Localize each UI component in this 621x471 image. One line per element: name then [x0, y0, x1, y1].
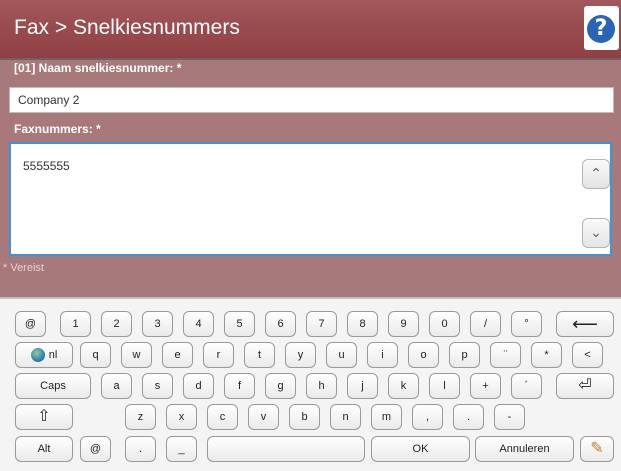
fax-numbers-field[interactable]: 5555555	[9, 142, 612, 256]
key-l[interactable]: l	[429, 373, 460, 399]
key-at-bottom[interactable]: @	[80, 436, 111, 462]
key-period[interactable]: .	[453, 404, 484, 430]
alt-key[interactable]: Alt	[15, 436, 73, 462]
key-y[interactable]: y	[285, 342, 316, 368]
key-n[interactable]: n	[330, 404, 361, 430]
shift-key[interactable]: ⇧	[15, 404, 73, 430]
key-less-than[interactable]: <	[572, 342, 603, 368]
key-f[interactable]: f	[224, 373, 255, 399]
key-1[interactable]: 1	[60, 311, 91, 337]
key-4[interactable]: 4	[183, 311, 214, 337]
scroll-up-button[interactable]: ⌃	[582, 159, 610, 189]
ok-button[interactable]: OK	[371, 436, 470, 462]
caps-lock-key[interactable]: Caps	[15, 373, 91, 399]
key-k[interactable]: k	[388, 373, 419, 399]
key-7[interactable]: 7	[306, 311, 337, 337]
required-note: * Vereist	[3, 262, 44, 274]
key-2[interactable]: 2	[101, 311, 132, 337]
key-3[interactable]: 3	[142, 311, 173, 337]
key-6[interactable]: 6	[265, 311, 296, 337]
divider	[0, 58, 621, 60]
key-a[interactable]: a	[101, 373, 132, 399]
key-at[interactable]: @	[15, 311, 46, 337]
key-s[interactable]: s	[142, 373, 173, 399]
key-hyphen[interactable]: -	[494, 404, 525, 430]
key-r[interactable]: r	[203, 342, 234, 368]
key-z[interactable]: z	[125, 404, 156, 430]
key-v[interactable]: v	[248, 404, 279, 430]
key-0[interactable]: 0	[429, 311, 460, 337]
space-key[interactable]	[207, 436, 365, 462]
key-degree[interactable]: °	[511, 311, 542, 337]
on-screen-keyboard: @ 1 2 3 4 5 6 7 8 9 0 / ° ⟵ nl q w e r t…	[0, 297, 621, 471]
key-t[interactable]: t	[244, 342, 275, 368]
language-key[interactable]: nl	[15, 342, 73, 368]
key-diaeresis[interactable]: ¨	[490, 342, 521, 368]
key-asterisk[interactable]: *	[531, 342, 562, 368]
key-i[interactable]: i	[367, 342, 398, 368]
key-plus[interactable]: +	[470, 373, 501, 399]
page-title: Fax > Snelkiesnummers	[14, 16, 240, 39]
key-5[interactable]: 5	[224, 311, 255, 337]
key-comma[interactable]: ,	[412, 404, 443, 430]
fax-number-value: 5555555	[23, 159, 70, 173]
key-underscore[interactable]: _	[166, 436, 197, 462]
key-9[interactable]: 9	[388, 311, 419, 337]
globe-icon	[30, 348, 45, 363]
key-dot[interactable]: .	[125, 436, 156, 462]
key-8[interactable]: 8	[347, 311, 378, 337]
key-o[interactable]: o	[408, 342, 439, 368]
enter-key[interactable]: ⏎	[556, 373, 614, 399]
key-x[interactable]: x	[166, 404, 197, 430]
speed-dial-name-field[interactable]: Company 2	[9, 87, 614, 113]
fax-numbers-label: Faxnummers: *	[14, 122, 101, 136]
speed-dial-name-value: Company 2	[18, 93, 80, 107]
key-b[interactable]: b	[289, 404, 320, 430]
key-d[interactable]: d	[183, 373, 214, 399]
cancel-button[interactable]: Annuleren	[475, 436, 574, 462]
key-p[interactable]: p	[449, 342, 480, 368]
key-w[interactable]: w	[121, 342, 152, 368]
key-e[interactable]: e	[162, 342, 193, 368]
edit-pencil-icon[interactable]: ✎	[580, 436, 614, 462]
language-key-label: nl	[48, 349, 58, 361]
key-slash[interactable]: /	[470, 311, 501, 337]
key-c[interactable]: c	[207, 404, 238, 430]
title-bar: Fax > Snelkiesnummers ?	[0, 0, 621, 58]
speed-dial-name-label: [01] Naam snelkiesnummer: *	[14, 61, 182, 75]
key-q[interactable]: q	[80, 342, 111, 368]
key-h[interactable]: h	[306, 373, 337, 399]
key-m[interactable]: m	[371, 404, 402, 430]
help-icon: ?	[587, 15, 615, 43]
key-acute[interactable]: ´	[511, 373, 542, 399]
key-g[interactable]: g	[265, 373, 296, 399]
key-u[interactable]: u	[326, 342, 357, 368]
scroll-down-button[interactable]: ⌄	[582, 218, 610, 248]
key-j[interactable]: j	[347, 373, 378, 399]
backspace-key[interactable]: ⟵	[556, 311, 614, 337]
help-button[interactable]: ?	[584, 6, 619, 50]
